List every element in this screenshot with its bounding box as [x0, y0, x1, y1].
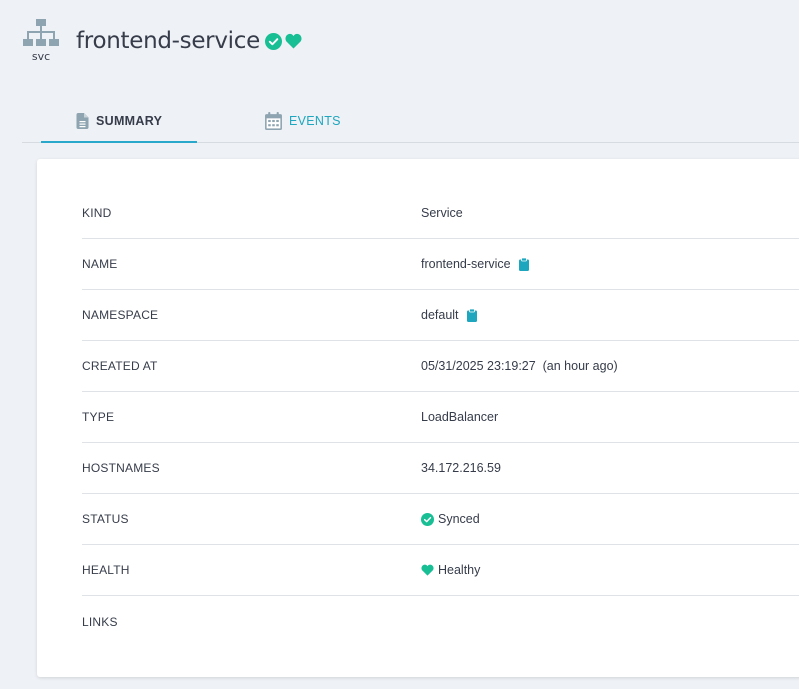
status-value: Synced	[438, 512, 480, 526]
row-value: Service	[421, 206, 463, 220]
tab-events[interactable]: EVENTS	[265, 100, 385, 142]
summary-row-links: LINKS	[82, 596, 799, 647]
summary-row-status: STATUS Synced	[82, 494, 799, 545]
row-label: HOSTNAMES	[82, 461, 160, 475]
clipboard-icon[interactable]	[466, 308, 477, 322]
file-icon	[76, 113, 89, 129]
kind-badge: svc	[22, 18, 60, 66]
created-at-value: 05/31/2025 23:19:27 (an hour ago)	[421, 359, 618, 373]
kind-abbrev: svc	[31, 50, 51, 63]
network-tree-icon	[23, 19, 59, 46]
row-label: HEALTH	[82, 563, 130, 577]
row-value: frontend-service	[421, 257, 529, 271]
tab-summary[interactable]: SUMMARY	[41, 100, 197, 143]
row-value: Healthy	[421, 563, 480, 577]
summary-panel: KIND Service NAME frontend-service NAMES…	[37, 159, 799, 677]
check-circle-icon	[264, 32, 282, 50]
row-value: Synced	[421, 512, 480, 526]
resource-name: frontend-service	[76, 28, 260, 54]
row-label: KIND	[82, 206, 112, 220]
summary-table: KIND Service NAME frontend-service NAMES…	[82, 188, 799, 647]
summary-row-created-at: CREATED AT 05/31/2025 23:19:27 (an hour …	[82, 341, 799, 392]
row-value: default	[421, 308, 477, 322]
summary-row-kind: KIND Service	[82, 188, 799, 239]
row-label: NAMESPACE	[82, 308, 159, 322]
summary-row-hostnames: HOSTNAMES 34.172.216.59	[82, 443, 799, 494]
namespace-value: default	[421, 308, 459, 322]
check-circle-icon	[421, 512, 434, 526]
summary-row-type: TYPE LoadBalancer	[82, 392, 799, 443]
row-label: NAME	[82, 257, 118, 271]
heart-icon	[421, 564, 434, 576]
row-label: CREATED AT	[82, 359, 158, 373]
row-label: LINKS	[82, 614, 118, 629]
clipboard-icon[interactable]	[518, 257, 529, 271]
tab-events-label: EVENTS	[289, 114, 341, 128]
row-value: LoadBalancer	[421, 410, 498, 424]
summary-row-name: NAME frontend-service	[82, 239, 799, 290]
row-value: 34.172.216.59	[421, 461, 501, 475]
heart-icon	[285, 33, 302, 49]
calendar-icon	[265, 112, 282, 130]
summary-row-namespace: NAMESPACE default	[82, 290, 799, 341]
page-title: frontend-service	[76, 28, 302, 54]
kind-value: Service	[421, 206, 463, 220]
health-value: Healthy	[438, 563, 481, 577]
type-value: LoadBalancer	[421, 410, 499, 424]
hostnames-value: 34.172.216.59	[421, 461, 501, 475]
summary-row-health: HEALTH Healthy	[82, 545, 799, 596]
tab-bar: SUMMARY EVENTS	[22, 100, 799, 143]
resource-header: svc frontend-service	[0, 0, 799, 85]
row-label: TYPE	[82, 410, 115, 424]
name-value: frontend-service	[421, 257, 511, 271]
tab-summary-label: SUMMARY	[96, 114, 163, 128]
row-label: STATUS	[82, 512, 129, 526]
row-value: 05/31/2025 23:19:27 (an hour ago)	[421, 359, 618, 373]
